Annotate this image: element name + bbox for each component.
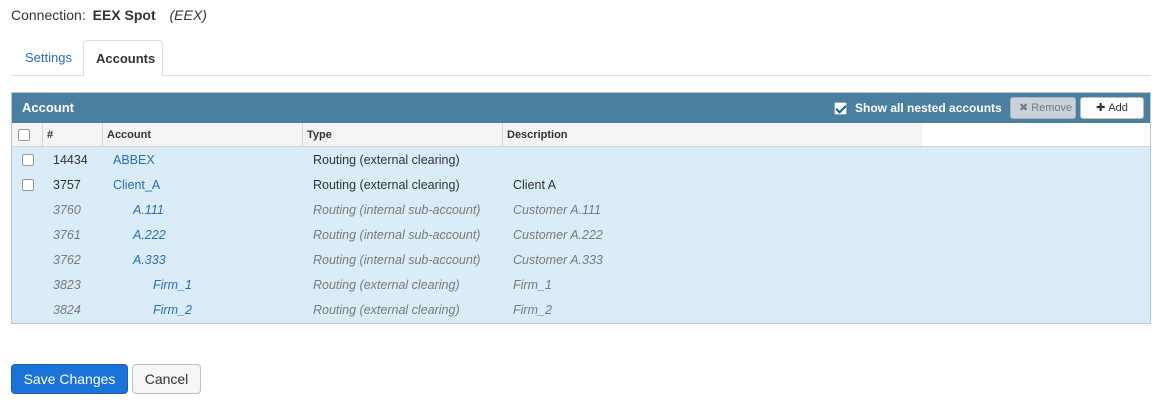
table-row-nested[interactable]: 3760 A.111 Routing (internal sub-account… [12,198,1150,223]
row-account-link[interactable]: A.111 [133,198,164,223]
add-label: Add [1108,102,1128,114]
row-account-link[interactable]: Firm_2 [153,298,192,323]
row-checkbox-cell [22,179,34,194]
row-id: 3757 [53,178,81,192]
row-checkbox[interactable] [22,179,34,191]
cancel-button[interactable]: Cancel [132,364,201,394]
row-account-link[interactable]: ABBEX [113,148,155,173]
show-nested-label: Show all nested accounts [855,101,1002,115]
show-nested-toggle[interactable]: Show all nested accounts [834,100,1002,116]
connection-label: Connection: [11,7,86,23]
select-all-cell [12,123,42,147]
row-type: Routing (internal sub-account) [313,203,481,217]
row-id: 3762 [53,253,81,267]
row-id: 3761 [53,228,81,242]
table-row-nested[interactable]: 3824 Firm_2 Routing (external clearing) … [12,298,1150,323]
table-row-nested[interactable]: 3762 A.333 Routing (internal sub-account… [12,248,1150,273]
accounts-table-body: 14434 ABBEX Routing (external clearing) … [12,148,1150,323]
remove-label: Remove [1031,102,1073,114]
table-header-filler [922,123,1150,147]
row-account-link[interactable]: A.333 [133,248,166,273]
row-account-link[interactable]: Client_A [113,173,160,198]
row-description: Firm_1 [513,278,552,292]
row-type: Routing (internal sub-account) [313,228,481,242]
row-account-link[interactable]: Firm_1 [153,273,192,298]
row-id: 3824 [53,303,81,317]
table-header: # Account Type Description [12,123,922,147]
tab-settings[interactable]: Settings [13,40,84,76]
tab-accounts[interactable]: Accounts [83,40,163,77]
row-account-link[interactable]: A.222 [133,223,166,248]
table-row-nested[interactable]: 3823 Firm_1 Routing (external clearing) … [12,273,1150,298]
show-nested-checkbox[interactable] [834,101,847,115]
row-type: Routing (external clearing) [313,278,460,292]
row-checkbox-cell [22,154,34,169]
table-row[interactable]: 3757 Client_A Routing (external clearing… [12,173,1150,198]
column-header-type[interactable]: Type [302,123,502,147]
row-description: Customer A.222 [513,228,603,242]
panel-title: Account [22,100,74,115]
row-checkbox[interactable] [22,154,34,166]
plus-icon: ✚ [1096,102,1106,114]
add-button[interactable]: ✚ Add [1080,97,1144,119]
remove-icon: ✖ [1019,102,1029,114]
row-id: 14434 [53,153,88,167]
row-id: 3823 [53,278,81,292]
row-description: Client A [513,178,557,192]
table-row[interactable]: 14434 ABBEX Routing (external clearing) [12,148,1150,173]
row-type: Routing (external clearing) [313,153,460,167]
row-description: Customer A.333 [513,253,603,267]
row-description: Customer A.111 [513,203,602,217]
select-all-checkbox[interactable] [18,129,30,141]
row-type: Routing (external clearing) [313,303,460,317]
row-type: Routing (internal sub-account) [313,253,481,267]
row-description: Firm_2 [513,303,552,317]
save-changes-button[interactable]: Save Changes [11,364,128,394]
connection-heading: Connection: EEX Spot (EEX) [11,6,207,24]
connection-code: (EEX) [169,7,207,23]
column-header-id[interactable]: # [42,123,102,147]
column-header-description[interactable]: Description [502,123,922,147]
tab-bar: Settings Accounts [11,40,1151,77]
table-row-nested[interactable]: 3761 A.222 Routing (internal sub-account… [12,223,1150,248]
column-header-account[interactable]: Account [102,123,302,147]
panel-header: Account Show all nested accounts ✖ Remove… [12,93,1150,123]
row-id: 3760 [53,203,81,217]
remove-button[interactable]: ✖ Remove [1010,97,1076,119]
connection-name: EEX Spot [92,7,156,23]
row-type: Routing (external clearing) [313,178,460,192]
accounts-panel: Account Show all nested accounts ✖ Remove… [11,92,1151,324]
